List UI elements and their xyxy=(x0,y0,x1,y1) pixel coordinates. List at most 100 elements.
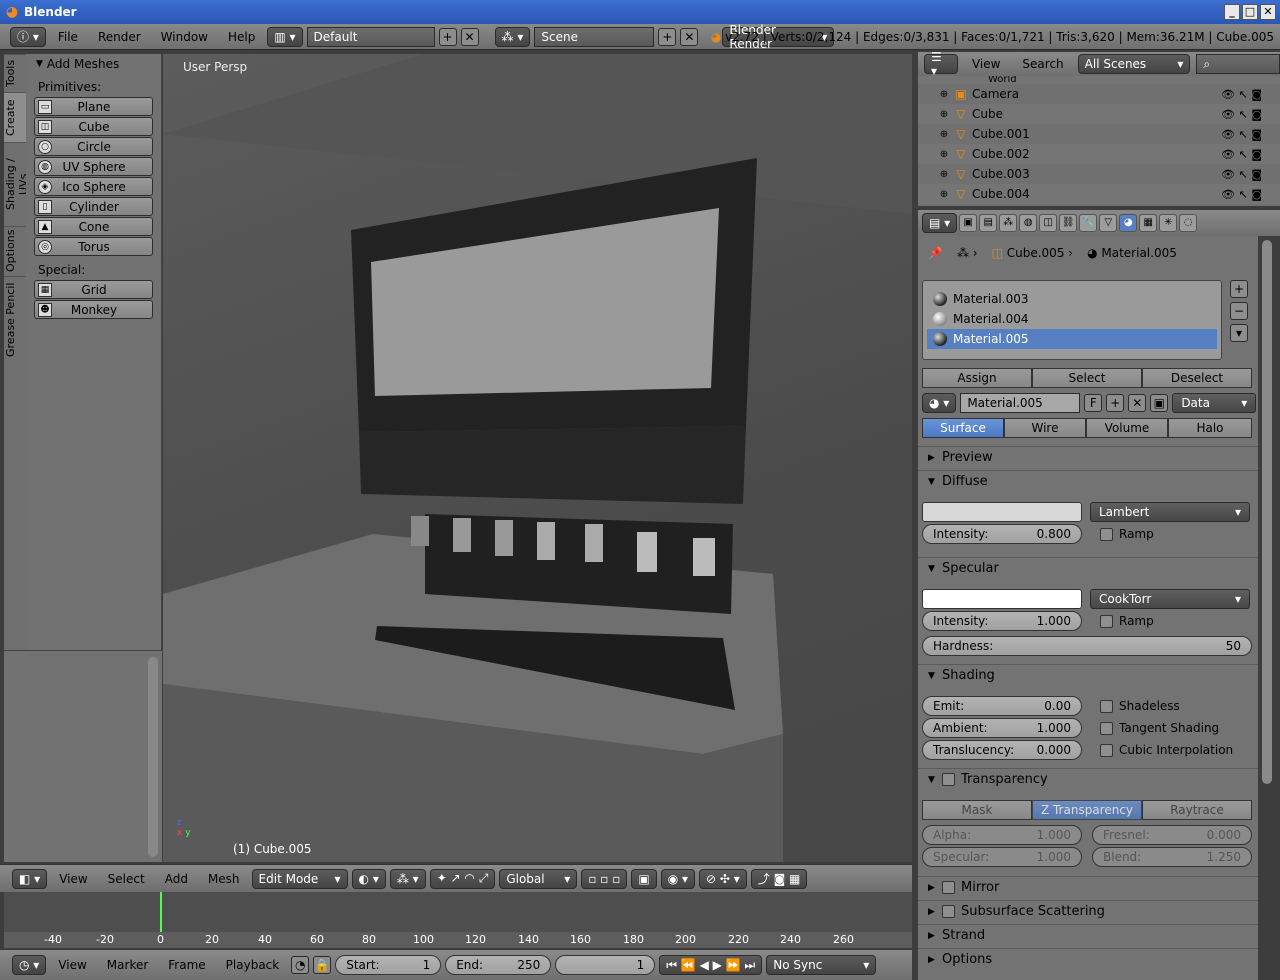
select-mode-icons[interactable]: ▫ ▫ ▫ xyxy=(581,868,628,889)
close-button[interactable]: ✕ xyxy=(1260,4,1276,20)
menu-marker[interactable]: Marker xyxy=(99,958,156,972)
mirror-enable-checkbox[interactable] xyxy=(942,881,955,894)
material-slot[interactable]: Material.004 xyxy=(927,309,1217,329)
outliner-row-world[interactable]: World xyxy=(918,76,1280,84)
tangent-shading-checkbox[interactable]: Tangent Shading xyxy=(1100,721,1219,735)
3d-viewport[interactable]: User Persp zx y (1) Cube.005 xyxy=(163,54,912,862)
menu-window[interactable]: Window xyxy=(153,30,216,44)
cubic-interpolation-checkbox[interactable]: Cubic Interpolation xyxy=(1100,743,1233,757)
constraints-tab-icon[interactable]: ⛓ xyxy=(1059,214,1078,232)
outliner-row-camera[interactable]: ⊕ ▣ Camera 👁 ↖ ◙ xyxy=(918,84,1280,104)
fresnel-field[interactable]: Fresnel: 0.000 xyxy=(1092,825,1252,845)
deselect-button[interactable]: Deselect xyxy=(1142,368,1252,388)
blend-field[interactable]: Blend: 1.250 xyxy=(1092,847,1252,867)
tab-create[interactable]: Create xyxy=(4,92,26,142)
outliner-filter-dropdown[interactable]: All Scenes ▾ xyxy=(1077,54,1191,74)
type-volume-button[interactable]: Volume xyxy=(1086,418,1168,438)
scene-selector-icon[interactable]: ⁂ ▾ xyxy=(494,26,531,47)
end-frame-field[interactable]: End: 250 xyxy=(445,955,552,975)
menu-render[interactable]: Render xyxy=(90,30,149,44)
transparency-specular-field[interactable]: Specular: 1.000 xyxy=(922,847,1082,867)
tab-tools[interactable]: Tools xyxy=(4,54,26,92)
orientation-dropdown[interactable]: Global ▾ xyxy=(499,868,578,889)
diffuse-intensity-field[interactable]: Intensity: 0.800 xyxy=(922,524,1082,544)
occlude-icon[interactable]: ▣ xyxy=(631,868,657,889)
outliner-row-cube-002[interactable]: ⊕ ▽ Cube.002 👁 ↖ ◙ xyxy=(918,144,1280,164)
start-frame-field[interactable]: Start: 1 xyxy=(335,955,442,975)
modifiers-tab-icon[interactable]: 🔧 xyxy=(1079,214,1098,232)
link-dropdown[interactable]: Data ▾ xyxy=(1172,393,1257,413)
add-cone-button[interactable]: ▲ Cone xyxy=(34,217,153,236)
shading-panel-header[interactable]: ▼ Shading xyxy=(918,664,1258,686)
add-ico-sphere-button[interactable]: ◈ Ico Sphere xyxy=(34,177,153,196)
timeline[interactable]: -40 -20 0 20 40 60 80 100 120 140 160 18… xyxy=(4,892,912,948)
menu-frame[interactable]: Frame xyxy=(160,958,213,972)
operator-panel-scrollbar[interactable] xyxy=(148,657,158,857)
expand-icon[interactable]: ⊕ xyxy=(934,109,954,120)
tab-grease-pencil[interactable]: Grease Pencil xyxy=(4,276,26,362)
minimize-button[interactable]: _ xyxy=(1224,4,1240,20)
visibility-icons[interactable]: 👁 ↖ ◙ xyxy=(1221,168,1262,181)
frame-cursor[interactable] xyxy=(160,892,162,932)
type-wire-button[interactable]: Wire xyxy=(1004,418,1086,438)
mode-dropdown[interactable]: Edit Mode ▾ xyxy=(251,868,348,889)
visibility-icons[interactable]: 👁 ↖ ◙ xyxy=(1221,108,1262,121)
add-grid-button[interactable]: ▦ Grid xyxy=(34,280,153,299)
add-circle-button[interactable]: ○ Circle xyxy=(34,137,153,156)
add-layout-icon[interactable]: + xyxy=(438,27,457,46)
diffuse-color-swatch[interactable] xyxy=(922,502,1082,522)
add-meshes-header[interactable]: ▼ Add Meshes xyxy=(26,54,161,74)
material-name-field[interactable]: Material.005 xyxy=(960,393,1081,413)
options-panel-header[interactable]: ▶ Options xyxy=(918,948,1258,970)
menu-outliner-view[interactable]: View xyxy=(964,57,1008,71)
add-cylinder-button[interactable]: ▯ Cylinder xyxy=(34,197,153,216)
diffuse-panel-header[interactable]: ▼ Diffuse xyxy=(918,470,1258,492)
sss-enable-checkbox[interactable] xyxy=(942,905,955,918)
remove-scene-icon[interactable]: ✕ xyxy=(680,27,699,46)
menu-help[interactable]: Help xyxy=(220,30,263,44)
specular-ramp-checkbox[interactable]: Ramp xyxy=(1100,614,1154,628)
unlink-material-icon[interactable]: ✕ xyxy=(1128,394,1147,412)
raytrace-button[interactable]: Raytrace xyxy=(1142,800,1252,820)
menu-file[interactable]: File xyxy=(50,30,86,44)
sync-dropdown[interactable]: No Sync ▾ xyxy=(766,955,877,975)
mask-button[interactable]: Mask xyxy=(922,800,1032,820)
scene-name-field[interactable]: Scene xyxy=(534,26,655,47)
mirror-panel-header[interactable]: ▶ Mirror xyxy=(918,876,1258,898)
maximize-button[interactable]: □ xyxy=(1242,4,1258,20)
add-torus-button[interactable]: ◎ Torus xyxy=(34,237,153,256)
add-plane-button[interactable]: ▭ Plane xyxy=(34,97,153,116)
type-surface-button[interactable]: Surface xyxy=(922,418,1004,438)
preview-panel-header[interactable]: ▶ Preview xyxy=(918,446,1258,468)
shading-mode-icon[interactable]: ◐ ▾ xyxy=(351,868,386,889)
menu-tl-view[interactable]: View xyxy=(50,958,94,972)
specular-panel-header[interactable]: ▼ Specular xyxy=(918,557,1258,579)
tab-options[interactable]: Options xyxy=(4,226,26,276)
data-tab-icon[interactable]: ▽ xyxy=(1099,214,1118,232)
expand-icon[interactable]: ⊕ xyxy=(934,169,954,180)
menu-mesh[interactable]: Mesh xyxy=(200,872,248,886)
material-browse-icon[interactable]: ◕ ▾ xyxy=(922,393,957,413)
manipulator-icon[interactable]: ✦ ↗ ◠ ⤢ xyxy=(429,868,496,889)
diffuse-ramp-checkbox[interactable]: Ramp xyxy=(1100,527,1154,541)
alpha-field[interactable]: Alpha: 1.000 xyxy=(922,825,1082,845)
specular-shader-dropdown[interactable]: CookTorr ▾ xyxy=(1090,589,1250,609)
pivot-icon[interactable]: ⁂ ▾ xyxy=(389,868,426,889)
remove-slot-icon[interactable]: − xyxy=(1230,302,1248,320)
add-slot-icon[interactable]: + xyxy=(1230,280,1248,298)
editor-type-outliner-icon[interactable]: ☰ ▾ xyxy=(924,50,958,78)
transparency-panel-header[interactable]: ▼ Transparency xyxy=(918,768,1258,790)
visibility-icons[interactable]: 👁 ↖ ◙ xyxy=(1221,188,1262,201)
shadeless-checkbox[interactable]: Shadeless xyxy=(1100,699,1180,713)
add-scene-icon[interactable]: + xyxy=(658,27,677,46)
tab-shading-uvs[interactable]: Shading / UVs xyxy=(4,142,30,226)
editor-type-info-icon[interactable]: ⓘ ▾ xyxy=(10,26,46,47)
add-monkey-button[interactable]: ☻ Monkey xyxy=(34,300,153,319)
sss-panel-header[interactable]: ▶ Subsurface Scattering xyxy=(918,900,1258,922)
editor-type-properties-icon[interactable]: ▤ ▾ xyxy=(922,213,958,233)
checkbox-box[interactable] xyxy=(1100,699,1113,713)
outliner-row-cube[interactable]: ⊕ ▽ Cube 👁 ↖ ◙ xyxy=(918,104,1280,124)
fake-user-button[interactable]: F xyxy=(1084,394,1103,412)
texture-tab-icon[interactable]: ▦ xyxy=(1139,214,1158,232)
select-button[interactable]: Select xyxy=(1032,368,1142,388)
